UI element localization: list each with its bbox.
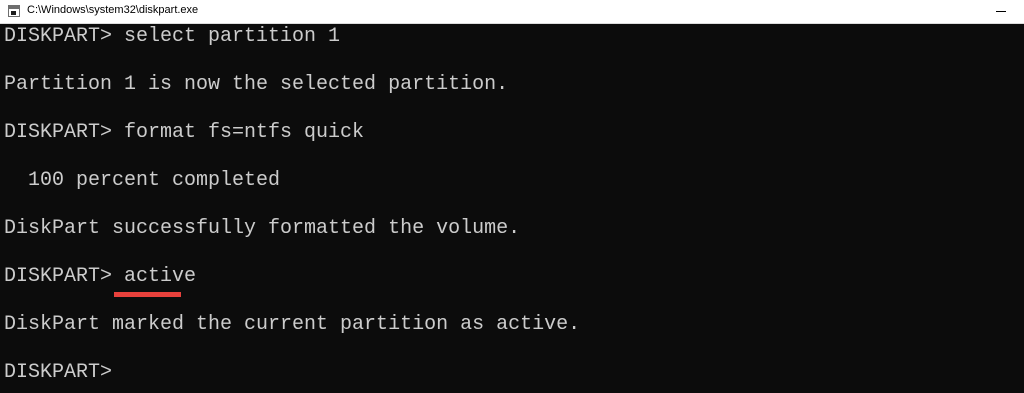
console-app-icon [8, 5, 20, 17]
console-output[interactable]: DISKPART> select partition 1 Partition 1… [4, 24, 1020, 393]
minimize-button[interactable] [986, 0, 1016, 23]
console-prompt: DISKPART> [4, 361, 113, 384]
console-line-marked-active: DiskPart marked the current partition as… [4, 313, 581, 336]
console-line-format-command: DISKPART> format fs=ntfs quick [4, 121, 365, 144]
console-line-format-success: DiskPart successfully formatted the volu… [4, 217, 521, 240]
diskpart-window: C:\Windows\system32\diskpart.exe DISKPAR… [0, 0, 1024, 393]
console-line-partition-selected: Partition 1 is now the selected partitio… [4, 73, 509, 96]
console-line-active-command: DISKPART> active [4, 265, 197, 288]
window-title: C:\Windows\system32\diskpart.exe [27, 4, 199, 16]
console-line-percent-completed: 100 percent completed [4, 169, 281, 192]
console-line-select-command: DISKPART> select partition 1 [4, 25, 341, 48]
title-bar[interactable]: C:\Windows\system32\diskpart.exe [0, 0, 1024, 24]
active-underline-highlight [114, 292, 181, 297]
